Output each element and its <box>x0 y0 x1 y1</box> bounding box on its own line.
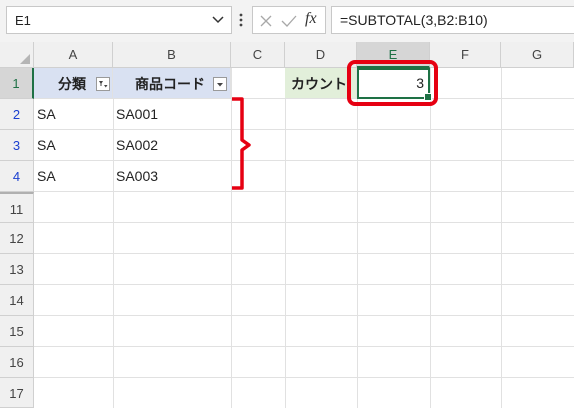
select-all-icon <box>20 54 30 64</box>
row-header-14[interactable]: 14 <box>0 285 34 316</box>
column-header-d[interactable]: D <box>285 42 357 68</box>
filter-button-b[interactable] <box>213 77 227 91</box>
cell-a1[interactable]: 分類 <box>34 68 113 99</box>
row-header-4[interactable]: 4 <box>0 161 34 192</box>
cell-a1-text: 分類 <box>58 76 86 92</box>
row-header-11[interactable]: 11 <box>0 192 34 223</box>
cell-d1[interactable]: カウント <box>285 68 357 99</box>
cell-a3[interactable]: SA <box>34 130 113 161</box>
close-icon[interactable] <box>259 14 273 28</box>
name-box[interactable]: E1 <box>6 6 232 34</box>
filter-button-a[interactable] <box>96 77 110 91</box>
cell-a2[interactable]: SA <box>34 99 113 130</box>
check-icon[interactable] <box>281 14 297 28</box>
more-options-icon[interactable] <box>238 10 244 30</box>
column-header-b[interactable]: B <box>113 42 231 68</box>
row-header-17[interactable]: 17 <box>0 378 34 408</box>
insert-function-icon[interactable]: fx <box>305 10 317 28</box>
column-header-f[interactable]: F <box>430 42 501 68</box>
cell-e1-value: 3 <box>416 75 424 91</box>
cell-b4[interactable]: SA003 <box>113 161 231 192</box>
select-all-corner[interactable] <box>0 42 34 68</box>
formula-text: =SUBTOTAL(3,B2:B10) <box>340 12 488 28</box>
row-header-2[interactable]: 2 <box>0 99 34 130</box>
name-box-value: E1 <box>15 13 31 28</box>
fill-handle[interactable] <box>424 93 432 101</box>
column-header-c[interactable]: C <box>231 42 285 68</box>
row-header-13[interactable]: 13 <box>0 254 34 285</box>
row-header-12[interactable]: 12 <box>0 223 34 254</box>
cell-a4[interactable]: SA <box>34 161 113 192</box>
filter-active-icon <box>99 81 108 88</box>
cell-b2[interactable]: SA001 <box>113 99 231 130</box>
chevron-down-icon[interactable] <box>211 12 225 26</box>
row-header-15[interactable]: 15 <box>0 316 34 347</box>
formula-input[interactable]: =SUBTOTAL(3,B2:B10) <box>331 6 574 34</box>
cell-e1[interactable]: 3 <box>357 68 432 101</box>
column-header-a[interactable]: A <box>34 42 113 68</box>
spreadsheet-grid: A B C D E F G 1 2 3 4 11 12 13 14 15 16 … <box>0 42 574 408</box>
dropdown-arrow-icon <box>217 83 223 87</box>
row-header-16[interactable]: 16 <box>0 347 34 378</box>
cell-b1-text: 商品コード <box>135 76 205 92</box>
column-header-g[interactable]: G <box>501 42 574 68</box>
cell-b1[interactable]: 商品コード <box>113 68 231 99</box>
formula-buttons: fx <box>252 6 326 34</box>
formula-bar: E1 fx =SUBTOTAL(3,B2:B10) <box>0 0 574 43</box>
cell-b3[interactable]: SA002 <box>113 130 231 161</box>
row-header-1[interactable]: 1 <box>0 68 34 99</box>
row-header-3[interactable]: 3 <box>0 130 34 161</box>
column-header-e[interactable]: E <box>357 42 430 68</box>
cell-d1-text: カウント <box>291 76 347 92</box>
